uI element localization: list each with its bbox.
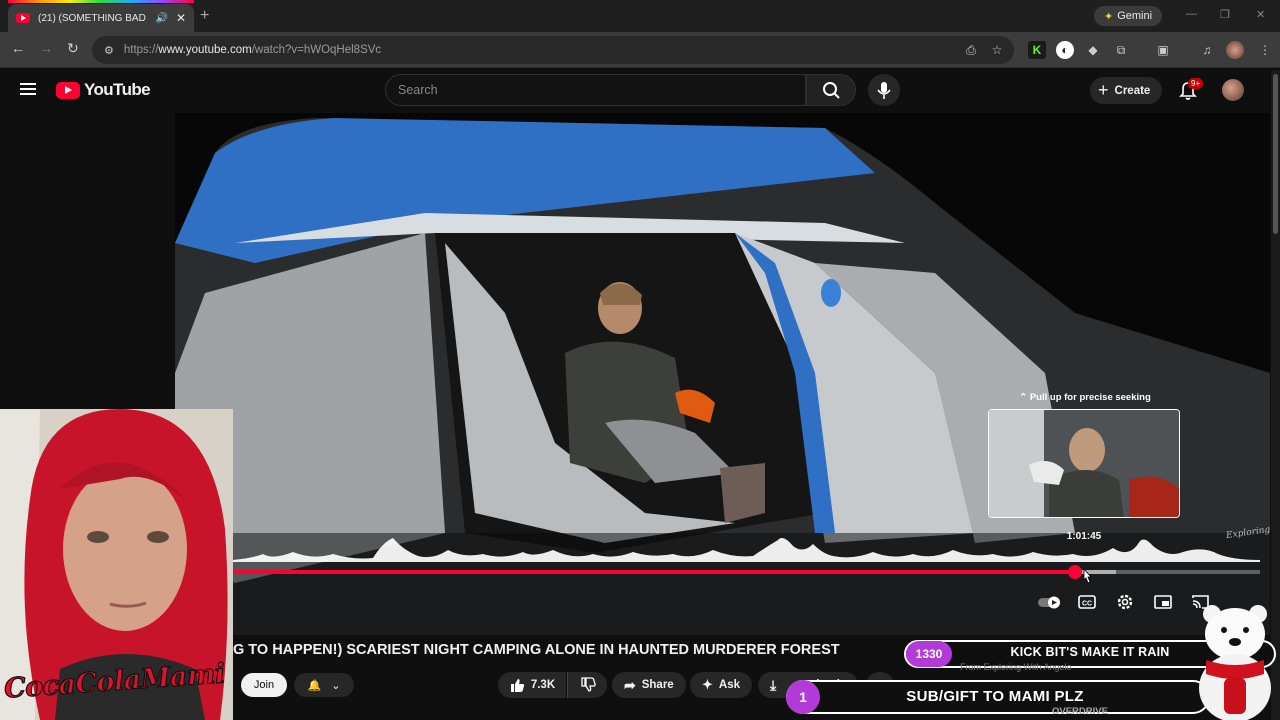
kick-extension-icon[interactable]: K — [1028, 41, 1046, 59]
browser-tab-active[interactable]: (21) (SOMETHING BAD IS G 🔊 ✕ — [8, 4, 194, 32]
sparkle-icon: ✦ — [702, 677, 713, 692]
tab-title: (21) (SOMETHING BAD IS G — [38, 12, 149, 24]
download-arrow-icon: ⤓ — [770, 676, 777, 693]
search-button[interactable] — [806, 74, 856, 106]
video-title: G TO HAPPEN!) SCARIEST NIGHT CAMPING ALO… — [233, 642, 840, 658]
subscription-bell-button[interactable]: 🔔 ⌄ — [294, 673, 354, 697]
share-button[interactable]: ➦ Share — [612, 672, 686, 698]
url-prefix: https:// — [123, 44, 159, 56]
progress-bar[interactable] — [233, 570, 1260, 574]
minimize-icon[interactable]: — — [1186, 8, 1197, 20]
site-info-icon[interactable]: ⚙ — [104, 44, 114, 57]
browser-tabstrip: (21) (SOMETHING BAD IS G 🔊 ✕ + ✦ Gemini … — [0, 0, 1280, 32]
share-label: Share — [641, 679, 674, 691]
url-path: /watch?v=hWOqHel8SVc — [251, 44, 382, 56]
address-bar[interactable]: ⚙ https:// www.youtube.com /watch?v=hWOq… — [92, 36, 1014, 64]
tab-search-icon[interactable]: ▣ — [1154, 41, 1172, 59]
bookmark-star-icon[interactable]: ☆ — [988, 41, 1006, 59]
window-close-icon[interactable]: ✕ — [1256, 8, 1265, 21]
settings-gear-icon[interactable] — [1115, 593, 1135, 611]
autoplay-toggle-icon[interactable] — [1037, 593, 1063, 611]
tab-rainbow-accent — [8, 0, 194, 3]
extensions-puzzle-icon[interactable]: ⧉ — [1112, 41, 1130, 59]
captions-icon[interactable]: CC — [1077, 593, 1097, 611]
youtube-logo-text: YouTube — [84, 80, 151, 99]
thumbs-down-icon — [580, 677, 596, 692]
kick-bits-count: 1330 — [906, 641, 952, 667]
hamburger-menu-icon[interactable] — [20, 83, 36, 95]
plus-icon: + — [1098, 80, 1109, 100]
voice-search-button[interactable] — [868, 74, 900, 106]
forward-icon[interactable]: → — [39, 40, 53, 56]
youtube-play-logo-icon — [56, 81, 80, 99]
overlay-underlay-text: OVERDRIVE — [1052, 706, 1108, 717]
scrollbar-thumb[interactable] — [1273, 74, 1278, 234]
search-icon — [823, 82, 840, 99]
sub-gift-text: SUB/GIFT TO MAMI PLZ — [906, 688, 1084, 705]
tab-close-icon[interactable]: ✕ — [176, 11, 186, 25]
new-tab-icon[interactable]: + — [200, 7, 209, 25]
share-arrow-icon: ➦ — [624, 676, 636, 693]
like-button[interactable]: 7.3K — [498, 672, 566, 698]
mouse-cursor-icon — [1083, 568, 1092, 584]
youtube-logo[interactable]: YouTube — [56, 80, 151, 100]
profile-avatar-icon[interactable] — [1226, 41, 1244, 59]
restore-icon[interactable]: ❐ — [1220, 8, 1230, 21]
url-host: www.youtube.com — [158, 44, 252, 56]
polar-bear-mascot-icon — [1199, 605, 1271, 720]
seek-hint-label: ⌃ Pull up for precise seeking — [1019, 392, 1151, 403]
subscription-bell-icon: 🔔 — [307, 679, 322, 692]
gemini-button[interactable]: ✦ Gemini — [1094, 6, 1163, 26]
progress-bar-played — [233, 570, 1076, 574]
sub-gift-count: 1 — [786, 680, 820, 714]
chevron-down-icon: ⌄ — [331, 679, 341, 692]
kick-bits-text: KICK BIT'S MAKE IT RAIN — [1010, 645, 1170, 659]
account-avatar[interactable] — [1222, 79, 1244, 101]
browser-toolbar: ← → ↻ ⚙ https:// www.youtube.com /watch?… — [0, 32, 1280, 68]
microphone-icon — [877, 82, 891, 99]
search-input[interactable]: Search — [385, 74, 806, 106]
preview-timestamp: 1:01:45 — [1066, 531, 1102, 542]
thumbs-up-icon — [510, 679, 524, 692]
notification-count-badge: 9+ — [1188, 78, 1204, 89]
youtube-header: YouTube Search + Create 9+ — [0, 68, 1280, 113]
reload-icon[interactable]: ↻ — [67, 40, 79, 57]
preview-frame-image — [989, 410, 1179, 517]
extension-circle-icon[interactable]: ◐ — [1056, 41, 1074, 59]
like-count: 7.3K — [530, 679, 556, 691]
create-button[interactable]: + Create — [1090, 77, 1163, 104]
install-app-icon[interactable]: ⎙ — [962, 41, 980, 59]
seek-preview-thumbnail — [988, 409, 1180, 518]
join-button[interactable]: Join — [241, 673, 287, 697]
svg-text:CC: CC — [1082, 601, 1092, 608]
gemini-label: Gemini — [1117, 10, 1153, 22]
youtube-favicon-icon — [16, 13, 30, 23]
ask-label: Ask — [718, 679, 741, 691]
browser-menu-icon[interactable]: ⋮ — [1256, 41, 1274, 59]
create-label: Create — [1114, 84, 1151, 97]
kick-bits-subtext: From Exploring With Angelo — [960, 662, 1072, 672]
extension-pin-icon[interactable]: ◆ — [1084, 41, 1102, 59]
audio-playing-icon[interactable]: 🔊 — [155, 13, 167, 24]
miniplayer-icon[interactable] — [1153, 593, 1173, 611]
dislike-button[interactable] — [567, 672, 607, 698]
media-control-icon[interactable]: ♫ — [1198, 41, 1216, 59]
back-icon[interactable]: ← — [11, 40, 25, 56]
search-placeholder: Search — [398, 83, 438, 97]
ask-button[interactable]: ✦ Ask — [690, 672, 753, 698]
seek-hint-text: Pull up for precise seeking — [1029, 392, 1151, 403]
gemini-sparkle-icon: ✦ — [1104, 10, 1114, 23]
